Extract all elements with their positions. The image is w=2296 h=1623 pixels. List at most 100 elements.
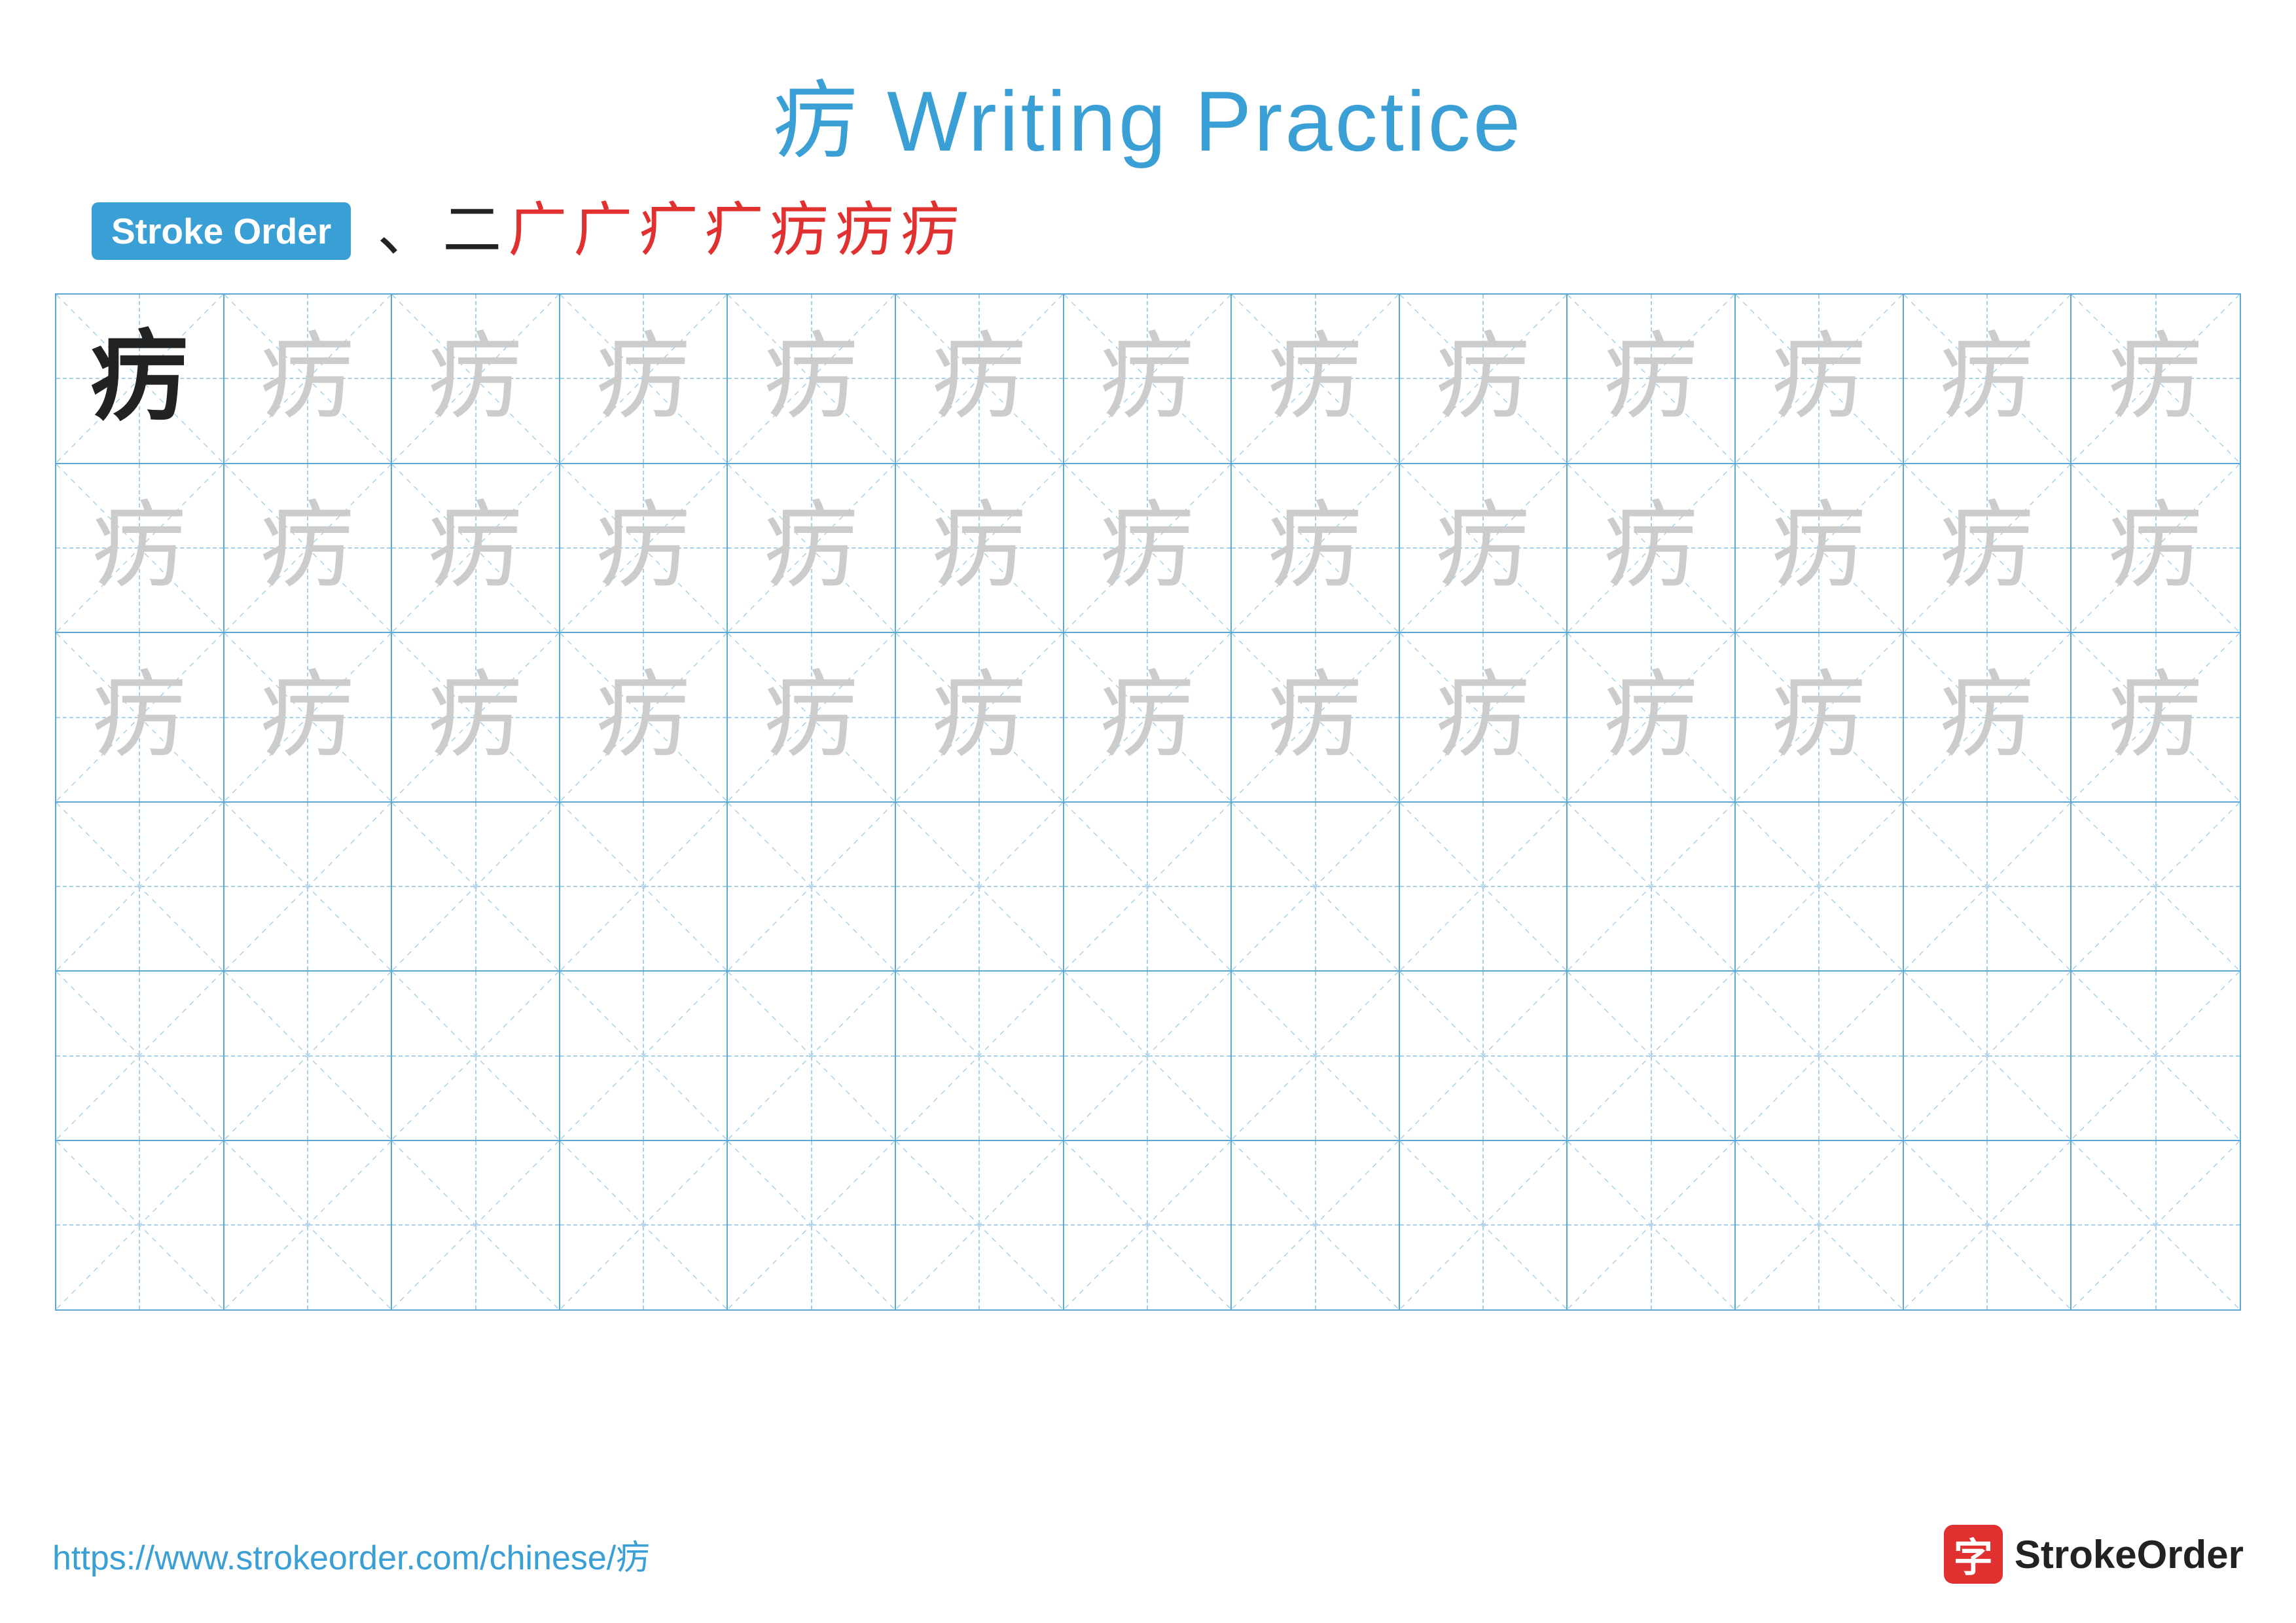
grid-cell-1-9: 疠: [1400, 295, 1568, 463]
cell-char-light: 疠: [764, 331, 859, 426]
grid-cell-5-8: [1232, 972, 1400, 1140]
stroke-sequence: 、 ⼆ 广 广 疒 疒 疠 疠 疠: [377, 202, 960, 261]
grid-cell-4-3: [392, 803, 560, 971]
grid-cell-3-6: 疠: [896, 633, 1064, 801]
title-chinese: 疠 Writing Practice: [773, 73, 1523, 169]
grid-cell-1-10: 疠: [1568, 295, 1736, 463]
cell-char-light: 疠: [1604, 331, 1698, 426]
grid-cell-6-12: [1904, 1141, 2072, 1309]
grid-cell-4-8: [1232, 803, 1400, 971]
grid-cell-6-3: [392, 1141, 560, 1309]
grid-cell-5-5: [728, 972, 896, 1140]
footer-logo-icon: 字: [1944, 1525, 2003, 1584]
grid-cell-2-3: 疠: [392, 464, 560, 632]
grid-cell-4-9: [1400, 803, 1568, 971]
grid-cell-5-6: [896, 972, 1064, 1140]
grid-cell-5-9: [1400, 972, 1568, 1140]
grid-cell-1-5: 疠: [728, 295, 896, 463]
grid-cell-5-12: [1904, 972, 2072, 1140]
grid-cell-2-5: 疠: [728, 464, 896, 632]
cell-char-light: 疠: [1940, 331, 2035, 426]
grid-cell-2-7: 疠: [1064, 464, 1232, 632]
grid-cell-1-7: 疠: [1064, 295, 1232, 463]
grid-cell-3-13: 疠: [2072, 633, 2240, 801]
stroke-8: 疠: [835, 202, 894, 261]
grid-cell-5-1: [56, 972, 224, 1140]
grid-cell-4-7: [1064, 803, 1232, 971]
grid-cell-3-8: 疠: [1232, 633, 1400, 801]
stroke-2: ⼆: [442, 202, 501, 261]
grid-cell-3-5: 疠: [728, 633, 896, 801]
grid-cell-6-2: [224, 1141, 393, 1309]
cell-char-light: 疠: [1268, 331, 1363, 426]
grid-cell-4-1: [56, 803, 224, 971]
grid-cell-1-12: 疠: [1904, 295, 2072, 463]
grid-cell-6-6: [896, 1141, 1064, 1309]
stroke-5: 疒: [639, 202, 698, 261]
page-container: 疠 Writing Practice Stroke Order 、 ⼆ 广 广 …: [0, 0, 2296, 1623]
footer-url[interactable]: https://www.strokeorder.com/chinese/疠: [52, 1530, 650, 1579]
grid-cell-2-11: 疠: [1736, 464, 1904, 632]
grid-cell-4-2: [224, 803, 393, 971]
grid-cell-6-10: [1568, 1141, 1736, 1309]
grid-cell-6-1: [56, 1141, 224, 1309]
cell-char-light: 疠: [428, 331, 523, 426]
grid-row-1: 疠 疠 疠 疠 疠 疠 疠: [56, 295, 2240, 464]
grid-cell-3-1: 疠: [56, 633, 224, 801]
grid-cell-5-4: [560, 972, 728, 1140]
grid-cell-4-13: [2072, 803, 2240, 971]
grid-cell-2-4: 疠: [560, 464, 728, 632]
cell-char-light: 疠: [260, 331, 355, 426]
footer-logo: 字 StrokeOrder: [1944, 1525, 2244, 1584]
grid-cell-3-9: 疠: [1400, 633, 1568, 801]
grid-cell-5-3: [392, 972, 560, 1140]
grid-cell-1-4: 疠: [560, 295, 728, 463]
grid-cell-6-7: [1064, 1141, 1232, 1309]
grid-cell-3-2: 疠: [224, 633, 393, 801]
stroke-order-row: Stroke Order 、 ⼆ 广 广 疒 疒 疠 疠 疠: [52, 202, 2244, 261]
cell-char-light: 疠: [1772, 331, 1867, 426]
grid-cell-1-3: 疠: [392, 295, 560, 463]
cell-char-dark: 疠: [90, 329, 188, 428]
stroke-order-badge: Stroke Order: [92, 202, 351, 260]
grid-cell-1-11: 疠: [1736, 295, 1904, 463]
cell-char-light: 疠: [596, 331, 691, 426]
practice-grid: 疠 疠 疠 疠 疠 疠 疠: [55, 293, 2241, 1311]
grid-row-2: 疠 疠 疠 疠 疠 疠 疠: [56, 464, 2240, 634]
cell-char-light: 疠: [1100, 331, 1194, 426]
grid-cell-2-1: 疠: [56, 464, 224, 632]
grid-cell-3-4: 疠: [560, 633, 728, 801]
grid-cell-2-2: 疠: [224, 464, 393, 632]
grid-cell-4-12: [1904, 803, 2072, 971]
stroke-7: 疠: [770, 202, 829, 261]
cell-char-light: 疠: [2108, 331, 2203, 426]
grid-cell-6-5: [728, 1141, 896, 1309]
grid-cell-1-13: 疠: [2072, 295, 2240, 463]
grid-cell-2-13: 疠: [2072, 464, 2240, 632]
footer-logo-text: StrokeOrder: [2015, 1532, 2244, 1577]
grid-row-6: [56, 1141, 2240, 1309]
grid-cell-4-6: [896, 803, 1064, 971]
footer: https://www.strokeorder.com/chinese/疠 字 …: [52, 1525, 2244, 1584]
grid-row-5: [56, 972, 2240, 1141]
cell-char-light: 疠: [1436, 331, 1531, 426]
grid-cell-2-10: 疠: [1568, 464, 1736, 632]
stroke-4: 广: [573, 202, 632, 261]
grid-cell-1-6: 疠: [896, 295, 1064, 463]
grid-row-4: [56, 803, 2240, 972]
grid-cell-6-11: [1736, 1141, 1904, 1309]
grid-cell-3-7: 疠: [1064, 633, 1232, 801]
grid-cell-6-8: [1232, 1141, 1400, 1309]
stroke-1: 、: [377, 202, 436, 261]
grid-row-3: 疠 疠 疠 疠 疠 疠 疠: [56, 633, 2240, 803]
grid-cell-1-1: 疠: [56, 295, 224, 463]
grid-cell-5-13: [2072, 972, 2240, 1140]
grid-cell-2-9: 疠: [1400, 464, 1568, 632]
grid-cell-4-5: [728, 803, 896, 971]
grid-cell-6-9: [1400, 1141, 1568, 1309]
grid-cell-2-12: 疠: [1904, 464, 2072, 632]
grid-cell-4-10: [1568, 803, 1736, 971]
grid-cell-6-4: [560, 1141, 728, 1309]
grid-cell-3-11: 疠: [1736, 633, 1904, 801]
grid-cell-6-13: [2072, 1141, 2240, 1309]
